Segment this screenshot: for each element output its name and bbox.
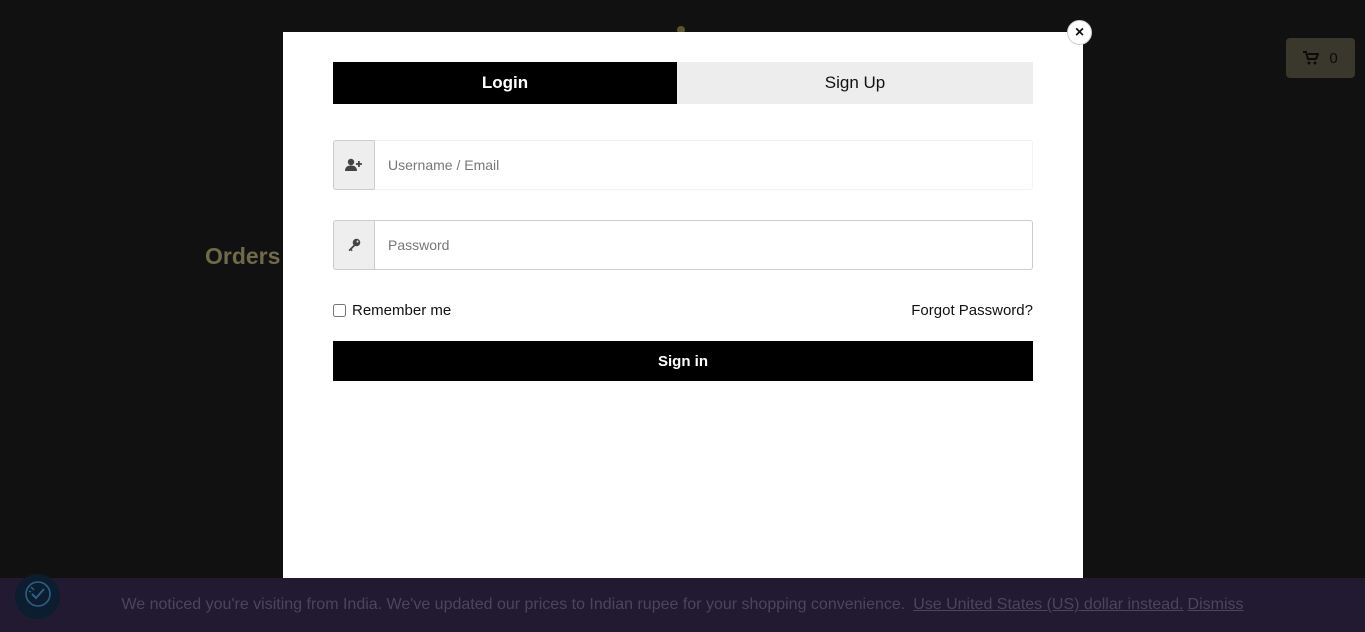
page-heading: Orders xyxy=(205,243,281,269)
switch-currency-link[interactable]: Use United States (US) dollar instead. xyxy=(913,596,1183,614)
remember-me[interactable]: Remember me xyxy=(333,302,451,319)
cookie-consent-button[interactable] xyxy=(15,574,60,619)
cart-count: 0 xyxy=(1329,49,1338,67)
key-icon xyxy=(333,220,374,270)
close-button[interactable]: × xyxy=(1067,20,1092,45)
dismiss-link[interactable]: Dismiss xyxy=(1188,596,1244,614)
username-field xyxy=(333,140,1033,190)
user-plus-icon xyxy=(333,140,374,190)
remember-row: Remember me Forgot Password? xyxy=(333,299,1033,321)
auth-tabs: Login Sign Up xyxy=(333,62,1033,104)
tab-signup[interactable]: Sign Up xyxy=(677,62,1033,104)
remember-label: Remember me xyxy=(352,301,452,319)
remember-checkbox[interactable] xyxy=(333,303,346,317)
notice-text: We noticed you're visiting from India. W… xyxy=(121,596,906,613)
password-input[interactable] xyxy=(374,220,1033,270)
username-input[interactable] xyxy=(374,140,1033,190)
consent-check-icon xyxy=(23,579,53,614)
forgot-password-link[interactable]: Forgot Password? xyxy=(911,302,1033,319)
tab-login[interactable]: Login xyxy=(333,62,677,104)
password-field xyxy=(333,220,1033,270)
cart-button[interactable]: 0 xyxy=(1286,38,1355,78)
sign-in-button[interactable]: Sign in xyxy=(333,341,1033,381)
cart-icon xyxy=(1303,51,1320,65)
currency-notice-bar: We noticed you're visiting from India. W… xyxy=(0,578,1365,632)
login-modal: Login Sign Up Remember me F xyxy=(283,32,1083,601)
